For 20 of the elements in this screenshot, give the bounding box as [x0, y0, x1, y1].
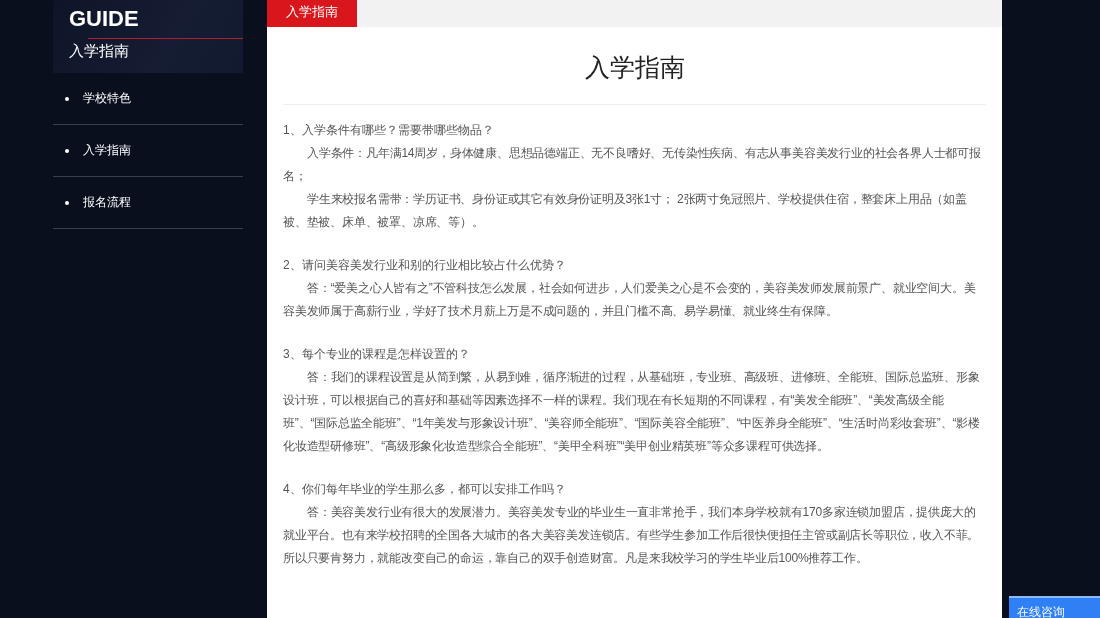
bullet-icon	[65, 96, 69, 101]
page-title: 入学指南	[283, 27, 986, 105]
sidebar-link[interactable]: 入学指南	[83, 142, 131, 159]
answer-paragraph: 答：“爱美之心人皆有之”不管科技怎么发展，社会如何进步，人们爱美之心是不会变的，美容美发师发展前景广、就业空间大。美容美发师属于高薪行业，学好了技术月薪上万是不成问题的，并且门槛不高、易学易懂、就业终生有保障。	[283, 280, 977, 320]
question-text: 1、入学条件有哪些？需要带哪些物品？	[283, 122, 495, 139]
question-text: 4、你们每年毕业的学生那么多，都可以安排工作吗？	[283, 481, 567, 498]
answer-paragraph: 答：美容美发行业有很大的发展潜力。美容美发专业的毕业生一直非常抢手，我们本身学校就有170多家连锁加盟店，提供庞大的就业平台。也有来学校招聘的全国各大城市的各大美容美发连锁店。有些学生参加工作后很快便担任主管或副店长等职位，收入不菲。所以只要肯努力，就能改变自己的命运，靠自己的双手创造财富。凡是来我校学习的学生毕业后100%推荐工作。	[283, 504, 981, 567]
banner-title: GUIDE	[69, 6, 140, 32]
answer-paragraph: 答：我们的课程设置是从简到繁，从易到难，循序渐进的过程，从基础班，专业班、高级班、进修班、全能班、国际总监班、形象设计班，可以根据自己的喜好和基础等因素选择不一样的课程。我们现在有长短期的不同课程，有“美发全能班”、“美发高级全能班”、“国际总监全能班”、“1年美发与形象设计班”、“美容师全能班”、“国际美容全能班”、“中医养身全能班”、“生活时尚彩妆套班”、“影楼化妆造型研修班”、“高级形象化妆造型综合全能班”、“美甲全科班”“美甲创业精英班”等众多课程可供选择。	[283, 369, 981, 455]
sidebar-link[interactable]: 学校特色	[83, 90, 131, 107]
banner-subtitle: 入学指南	[69, 42, 130, 61]
bullet-icon	[65, 200, 69, 205]
question-text: 3、每个专业的课程是怎样设置的？	[283, 346, 471, 363]
online-chat-button[interactable]: 在线咨询	[1009, 596, 1100, 618]
answer-paragraph: 入学条件：凡年满14周岁，身体健康、思想品德端正、无不良嗜好、无传染性疾病、有志从事美容美发行业的社会各界人士都可报名；	[283, 145, 982, 185]
sidebar-link[interactable]: 报名流程	[83, 194, 131, 211]
question-text: 2、请问美容美发行业和别的行业相比较占什么优势？	[283, 257, 567, 274]
tab[interactable]: 入学指南	[267, 0, 357, 27]
answer-paragraph: 学生来校报名需带：学历证书、身份证或其它有效身份证明及3张1寸； 2张两寸免冠照片、学校提供住宿，整套床上用品（如盖被、垫被、床单、被罩、凉席、等）。	[283, 191, 968, 231]
bullet-icon	[65, 148, 69, 153]
